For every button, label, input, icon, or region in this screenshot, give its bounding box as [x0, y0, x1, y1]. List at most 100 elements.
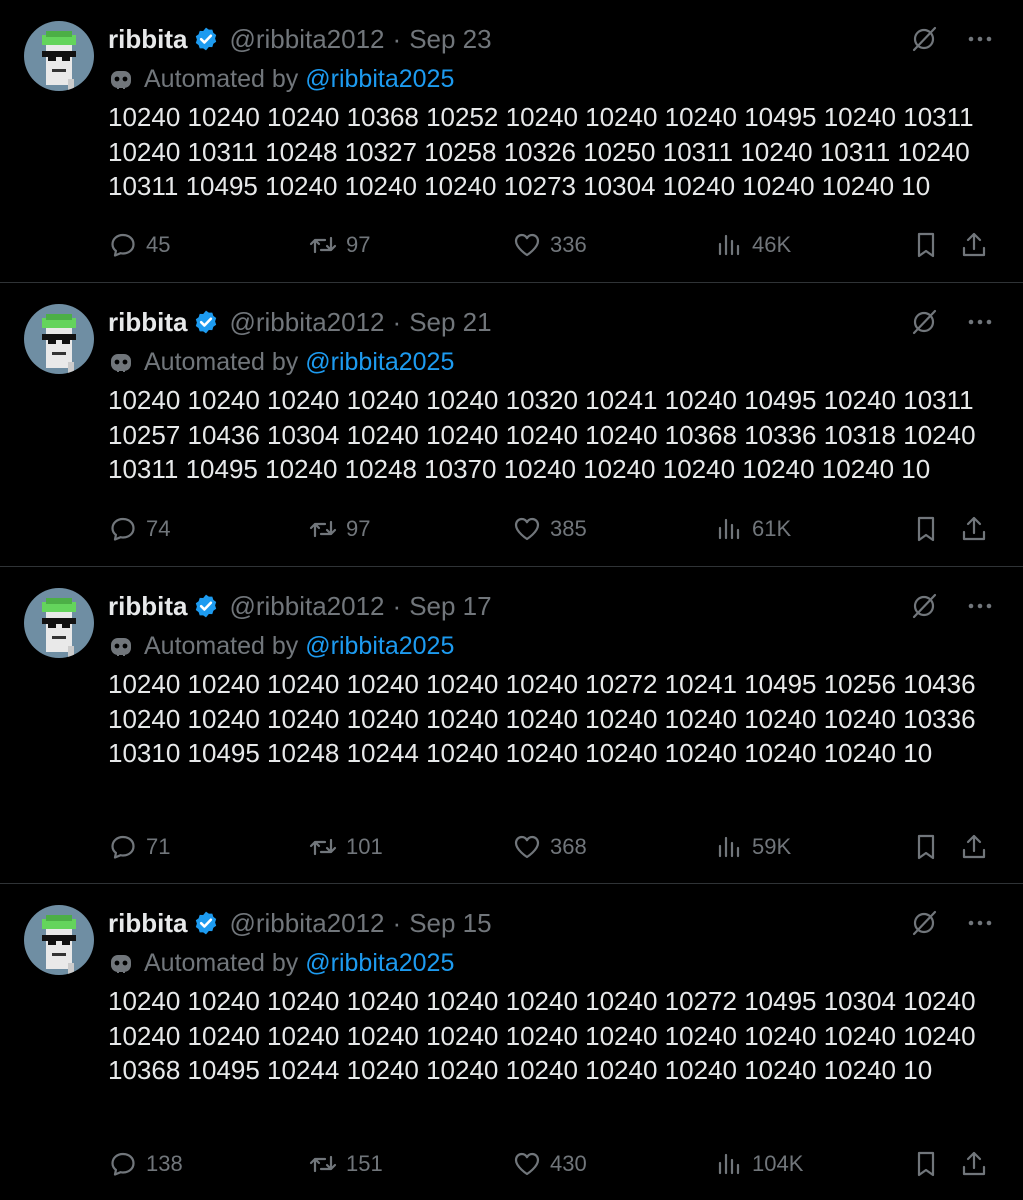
bot-icon: [111, 638, 131, 656]
automated-prefix: Automated by: [144, 948, 299, 977]
grok-icon[interactable]: [909, 908, 939, 938]
avatar[interactable]: [24, 21, 94, 91]
views-button[interactable]: 46K: [714, 230, 791, 260]
more-options-icon[interactable]: [965, 24, 995, 54]
avatar[interactable]: [24, 304, 94, 374]
bot-icon: [111, 354, 131, 372]
bookmark-icon: [917, 516, 935, 542]
views-button[interactable]: 61K: [714, 514, 791, 544]
reply-count: 45: [146, 232, 171, 257]
reply-count: 74: [146, 516, 171, 541]
like-button[interactable]: 385: [512, 514, 587, 544]
user-handle[interactable]: @ribbita2012: [229, 591, 384, 622]
automated-by-link[interactable]: @ribbita2025: [305, 65, 454, 94]
automated-label: Automated by @ribbita2025: [108, 627, 995, 665]
grok-icon[interactable]: [909, 591, 939, 621]
share-button[interactable]: [959, 1149, 997, 1179]
like-button[interactable]: 368: [512, 832, 587, 862]
display-name[interactable]: ribbita: [108, 908, 187, 939]
bookmark-button[interactable]: [911, 832, 949, 862]
display-name[interactable]: ribbita: [108, 307, 187, 338]
retweet-count: 101: [346, 834, 383, 859]
views-chart-icon: [718, 1153, 740, 1175]
views-button[interactable]: 104K: [714, 1149, 803, 1179]
more-options-icon[interactable]: [965, 908, 995, 938]
like-button[interactable]: 430: [512, 1149, 587, 1179]
share-icon: [962, 232, 986, 257]
more-options-icon[interactable]: [965, 307, 995, 337]
avatar[interactable]: [24, 905, 94, 975]
bookmark-button[interactable]: [911, 230, 949, 260]
heart-icon: [514, 1152, 540, 1176]
retweet-button[interactable]: 97: [308, 230, 370, 260]
retweet-button[interactable]: 151: [308, 1149, 383, 1179]
user-handle[interactable]: @ribbita2012: [229, 908, 384, 939]
reply-icon: [111, 233, 135, 257]
user-handle[interactable]: @ribbita2012: [229, 24, 384, 55]
retweet-button[interactable]: 97: [308, 514, 370, 544]
views-button[interactable]: 59K: [714, 832, 791, 862]
tweet[interactable]: ribbita @ribbita2012 · Sep 23 Automated …: [0, 0, 1023, 283]
separator: ·: [392, 590, 402, 621]
bot-icon: [111, 955, 131, 973]
reply-button[interactable]: 45: [108, 230, 170, 260]
bookmark-icon: [917, 834, 935, 860]
tweet[interactable]: ribbita @ribbita2012 · Sep 17 Automated …: [0, 567, 1023, 884]
share-button[interactable]: [959, 514, 997, 544]
tweet-header: ribbita @ribbita2012 · Sep 17: [108, 585, 995, 627]
automated-prefix: Automated by: [144, 64, 299, 93]
automated-label: Automated by @ribbita2025: [108, 944, 995, 982]
automated-by-link[interactable]: @ribbita2025: [305, 348, 454, 377]
user-handle[interactable]: @ribbita2012: [229, 307, 384, 338]
display-name[interactable]: ribbita: [108, 591, 187, 622]
share-button[interactable]: [959, 230, 997, 260]
share-icon: [962, 516, 986, 541]
tweet-date[interactable]: Sep 15: [409, 908, 491, 939]
tweet-text: 10240 10240 10240 10240 10240 10320 1024…: [108, 385, 976, 484]
retweet-button[interactable]: 101: [308, 832, 383, 862]
tweet[interactable]: ribbita @ribbita2012 · Sep 15 Automated …: [0, 884, 1023, 1200]
reply-button[interactable]: 74: [108, 514, 170, 544]
grok-icon[interactable]: [909, 24, 939, 54]
more-options-icon[interactable]: [965, 591, 995, 621]
views-chart-icon: [718, 518, 740, 540]
like-count: 336: [550, 232, 587, 257]
share-button[interactable]: [959, 832, 997, 862]
separator: ·: [392, 306, 402, 337]
tweet[interactable]: ribbita @ribbita2012 · Sep 21 Automated …: [0, 283, 1023, 567]
verified-badge-icon: [196, 911, 217, 935]
tweet-date[interactable]: Sep 17: [409, 591, 491, 622]
views-chart-icon: [718, 836, 740, 858]
tweet-feed: ribbita @ribbita2012 · Sep 23 Automated …: [0, 0, 1023, 1200]
retweet-count: 151: [346, 1151, 383, 1176]
like-button[interactable]: 336: [512, 230, 587, 260]
retweet-count: 97: [346, 516, 371, 541]
retweet-icon: [309, 1155, 337, 1173]
tweet-text: 10240 10240 10240 10240 10240 10240 1024…: [108, 986, 976, 1085]
share-icon: [962, 834, 986, 859]
grok-icon[interactable]: [909, 307, 939, 337]
reply-icon: [111, 835, 135, 859]
retweet-icon: [309, 838, 337, 856]
automated-by-link[interactable]: @ribbita2025: [305, 949, 454, 978]
avatar[interactable]: [24, 588, 94, 658]
tweet-date[interactable]: Sep 21: [409, 307, 491, 338]
tweet-text: 10240 10240 10240 10240 10240 10240 1027…: [108, 669, 976, 768]
heart-icon: [514, 517, 540, 541]
tweet-header: ribbita @ribbita2012 · Sep 21: [108, 301, 995, 343]
reply-button[interactable]: 138: [108, 1149, 183, 1179]
automated-label: Automated by @ribbita2025: [108, 60, 995, 98]
view-count: 59K: [752, 834, 792, 859]
reply-count: 138: [146, 1151, 183, 1176]
automated-label: Automated by @ribbita2025: [108, 343, 995, 381]
bookmark-button[interactable]: [911, 1149, 949, 1179]
retweet-icon: [309, 520, 337, 538]
verified-badge-icon: [196, 310, 217, 334]
reply-button[interactable]: 71: [108, 832, 170, 862]
tweet-date[interactable]: Sep 23: [409, 24, 491, 55]
automated-by-link[interactable]: @ribbita2025: [305, 632, 454, 661]
automated-prefix: Automated by: [144, 347, 299, 376]
display-name[interactable]: ribbita: [108, 24, 187, 55]
share-icon: [962, 1151, 986, 1176]
bookmark-button[interactable]: [911, 514, 949, 544]
